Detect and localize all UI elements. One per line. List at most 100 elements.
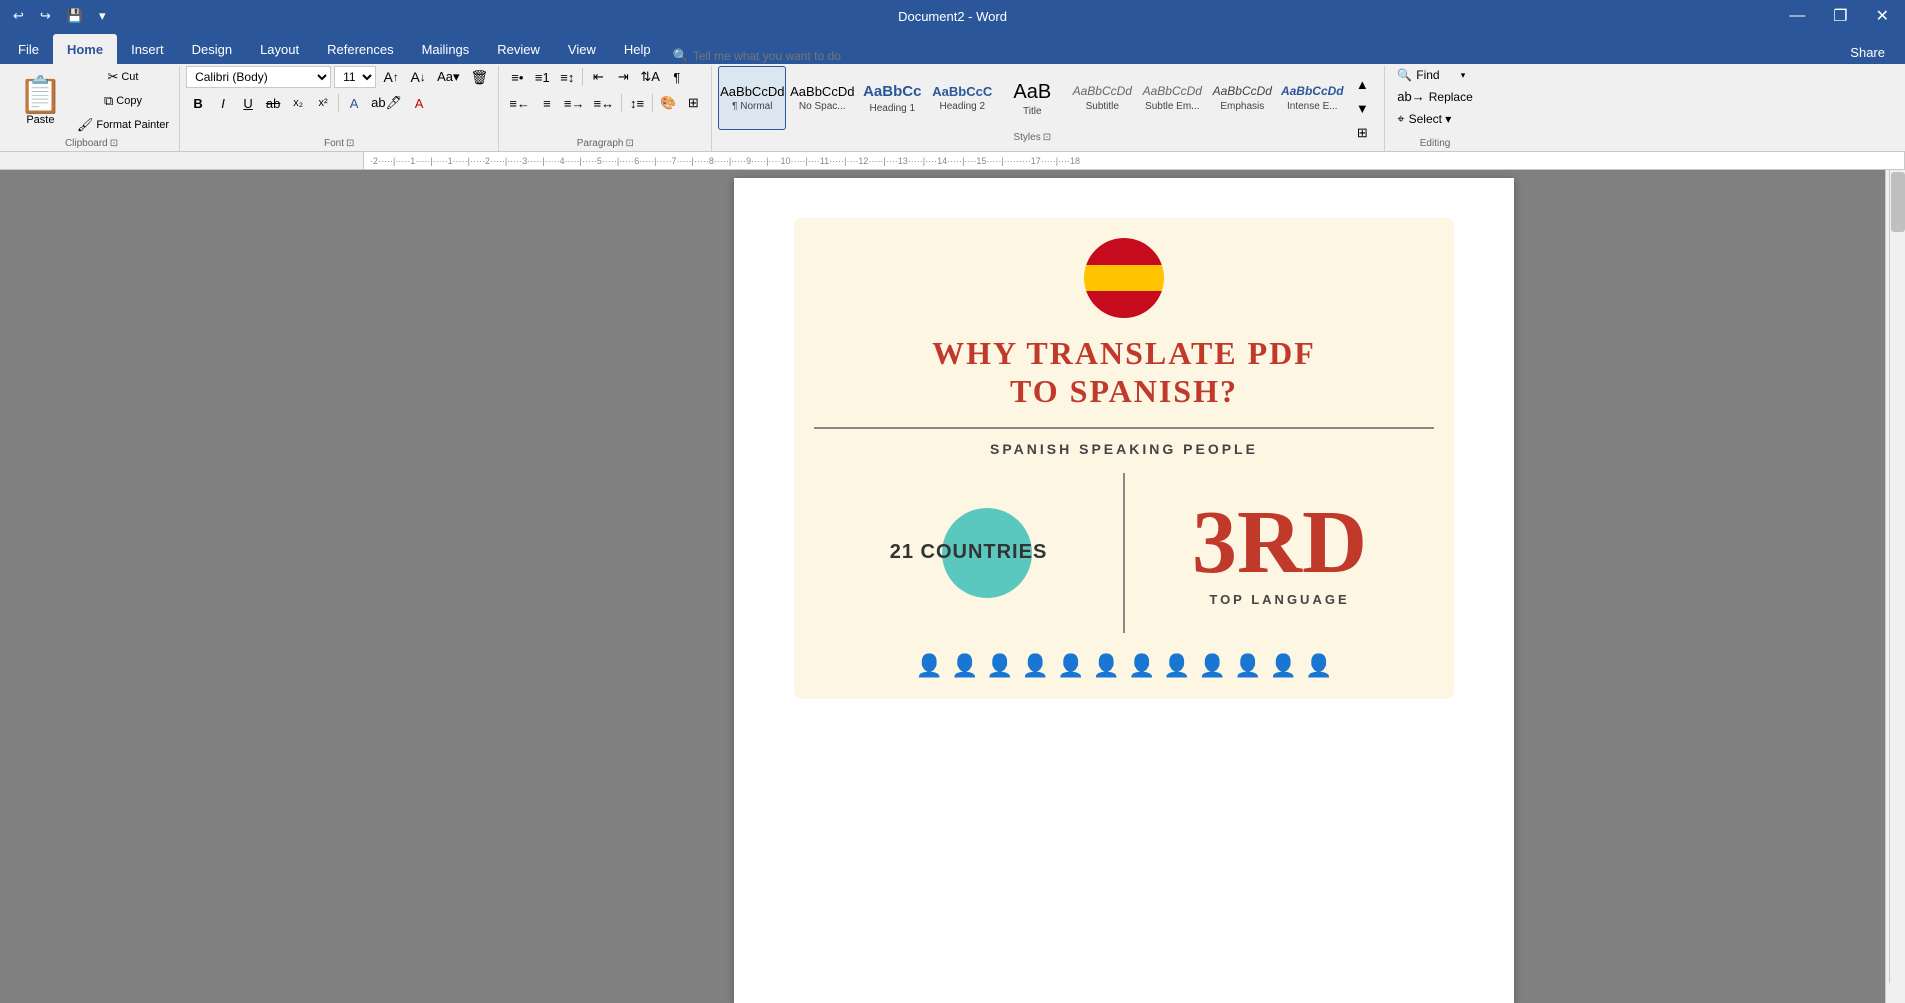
paste-button[interactable]: 📋 Paste [10,73,71,130]
vertical-scrollbar[interactable] [1889,170,1905,983]
tab-layout[interactable]: Layout [246,34,313,64]
style-title[interactable]: AaB Title [998,66,1066,130]
style-normal-label: ¶ Normal [732,101,772,112]
tab-view[interactable]: View [554,34,610,64]
style-heading1[interactable]: AaBbCc Heading 1 [858,66,926,130]
superscript-button[interactable]: x² [311,92,335,114]
style-subtleem-label: Subtle Em... [1145,101,1199,112]
share-button[interactable]: Share [1838,41,1897,64]
copy-button[interactable]: ⧉ Copy [73,90,173,112]
align-center-button[interactable]: ≡ [535,92,559,114]
title-bar: ↩ ↪ 💾 ▾ Document2 - Word — ❐ ✕ [0,0,1905,32]
redo-button[interactable]: ↪ [35,6,56,26]
increase-font-button[interactable]: A↑ [379,66,403,88]
tell-me-input[interactable] [693,49,893,63]
font-group: Calibri (Body) 11 A↑ A↓ Aa▾ 🗑 B I U ab x… [180,66,499,151]
cut-icon: ✂ [107,69,118,85]
decrease-font-button[interactable]: A↓ [406,66,430,88]
restore-button[interactable]: ❐ [1825,2,1855,30]
style-intense[interactable]: AaBbCcDd Intense E... [1278,66,1346,130]
close-button[interactable]: ✕ [1868,2,1897,30]
show-formatting-button[interactable]: ¶ [665,66,689,88]
bold-button[interactable]: B [186,92,210,114]
infographic-stats: 21 COUNTRIES 3RD TOP LANGUAGE [814,473,1434,633]
style-subtitle[interactable]: AaBbCcDd Subtitle [1068,66,1136,130]
find-button[interactable]: 🔍 Find ▾ [1391,66,1471,84]
align-right-button[interactable]: ≡→ [560,92,589,114]
cut-button[interactable]: ✂ Cut [73,66,173,88]
style-normal[interactable]: AaBbCcDd ¶ Normal [718,66,786,130]
style-heading2-label: Heading 2 [939,101,985,112]
main-area: WHY TRANSLATE PDF TO SPANISH? SPANISH SP… [0,170,1905,1003]
scrollbar-thumb[interactable] [1891,172,1905,232]
styles-scroll-down[interactable]: ▼ [1350,98,1374,120]
separator [652,94,653,112]
tab-mailings[interactable]: Mailings [408,34,484,64]
increase-indent-button[interactable]: ⇥ [611,66,635,88]
rank-number: 3RD [1192,498,1367,588]
document[interactable]: WHY TRANSLATE PDF TO SPANISH? SPANISH SP… [734,178,1514,1003]
tab-design[interactable]: Design [178,34,246,64]
style-heading2[interactable]: AaBbCcC Heading 2 [928,66,996,130]
underline-button[interactable]: U [236,92,260,114]
tab-help[interactable]: Help [610,34,665,64]
clipboard-expand-icon[interactable]: ⊡ [110,138,118,149]
paragraph-group: ≡• ≡1 ≡↕ ⇤ ⇥ ⇅A ¶ ≡← ≡ ≡→ ≡↔ ↕≡ 🎨 ⊞ [499,66,712,151]
change-case-button[interactable]: Aa▾ [433,66,463,88]
style-nospacing[interactable]: AaBbCcDd No Spac... [788,66,856,130]
save-button[interactable]: 💾 [62,6,88,26]
select-button[interactable]: ⌖ Select ▾ [1391,109,1471,129]
font-size-select[interactable]: 11 [334,66,376,88]
font-expand-icon[interactable]: ⊡ [346,138,354,149]
font-family-select[interactable]: Calibri (Body) [186,66,331,88]
tab-references[interactable]: References [313,34,407,64]
subscript-button[interactable]: x₂ [286,92,310,114]
quick-access-toolbar: ↩ ↪ 💾 ▾ [8,6,111,26]
style-subtleem[interactable]: AaBbCcDd Subtle Em... [1138,66,1206,130]
line-spacing-button[interactable]: ↕≡ [625,92,649,114]
multilevel-list-button[interactable]: ≡↕ [555,66,579,88]
clear-formatting-button[interactable]: 🗑 [467,66,493,88]
shading-button[interactable]: 🎨 [656,92,680,114]
person-icon-2: 👤 [951,653,978,679]
style-emphasis[interactable]: AaBbCcDd Emphasis [1208,66,1276,130]
font-color-button[interactable]: A [407,92,431,114]
tab-file[interactable]: File [4,34,53,64]
strikethrough-button[interactable]: ab [261,92,285,114]
align-left-button[interactable]: ≡← [505,92,534,114]
style-subtleem-preview: AaBbCcDd [1143,84,1202,98]
styles-more[interactable]: ⊞ [1350,122,1374,144]
style-title-preview: AaB [1013,80,1051,104]
styles-expand-icon[interactable]: ⊡ [1043,132,1051,143]
paragraph-expand-icon[interactable]: ⊡ [625,138,633,149]
text-effects-button[interactable]: A [342,92,366,114]
separator [582,68,583,86]
numbering-button[interactable]: ≡1 [530,66,554,88]
customize-qat-button[interactable]: ▾ [94,6,111,26]
tab-insert[interactable]: Insert [117,34,178,64]
text-highlight-button[interactable]: ab🖊 [367,92,406,114]
format-painter-button[interactable]: 🖌 Format Painter [73,114,173,136]
infographic-title: WHY TRANSLATE PDF TO SPANISH? [814,334,1434,411]
ribbon-content: 📋 Paste ✂ Cut ⧉ Copy 🖌 Format Painter C [0,64,1905,152]
spain-flag [1084,238,1164,318]
person-icon-10: 👤 [1234,653,1261,679]
style-subtitle-preview: AaBbCcDd [1073,84,1132,98]
italic-button[interactable]: I [211,92,235,114]
borders-button[interactable]: ⊞ [681,92,705,114]
undo-button[interactable]: ↩ [8,6,29,26]
clipboard-label: Clipboard [65,138,108,149]
replace-button[interactable]: ab→ Replace [1391,87,1479,106]
minimize-button[interactable]: — [1781,3,1813,29]
style-intense-preview: AaBbCcDd [1281,84,1344,98]
tab-review[interactable]: Review [483,34,554,64]
bullets-button[interactable]: ≡• [505,66,529,88]
window-controls: — ❐ ✕ [1781,2,1897,30]
tab-home[interactable]: Home [53,34,117,64]
decrease-indent-button[interactable]: ⇤ [586,66,610,88]
sort-button[interactable]: ⇅A [636,66,664,88]
flag-red-top [1084,238,1164,265]
styles-scroll-up[interactable]: ▲ [1350,74,1374,96]
justify-button[interactable]: ≡↔ [590,92,619,114]
separator [621,94,622,112]
